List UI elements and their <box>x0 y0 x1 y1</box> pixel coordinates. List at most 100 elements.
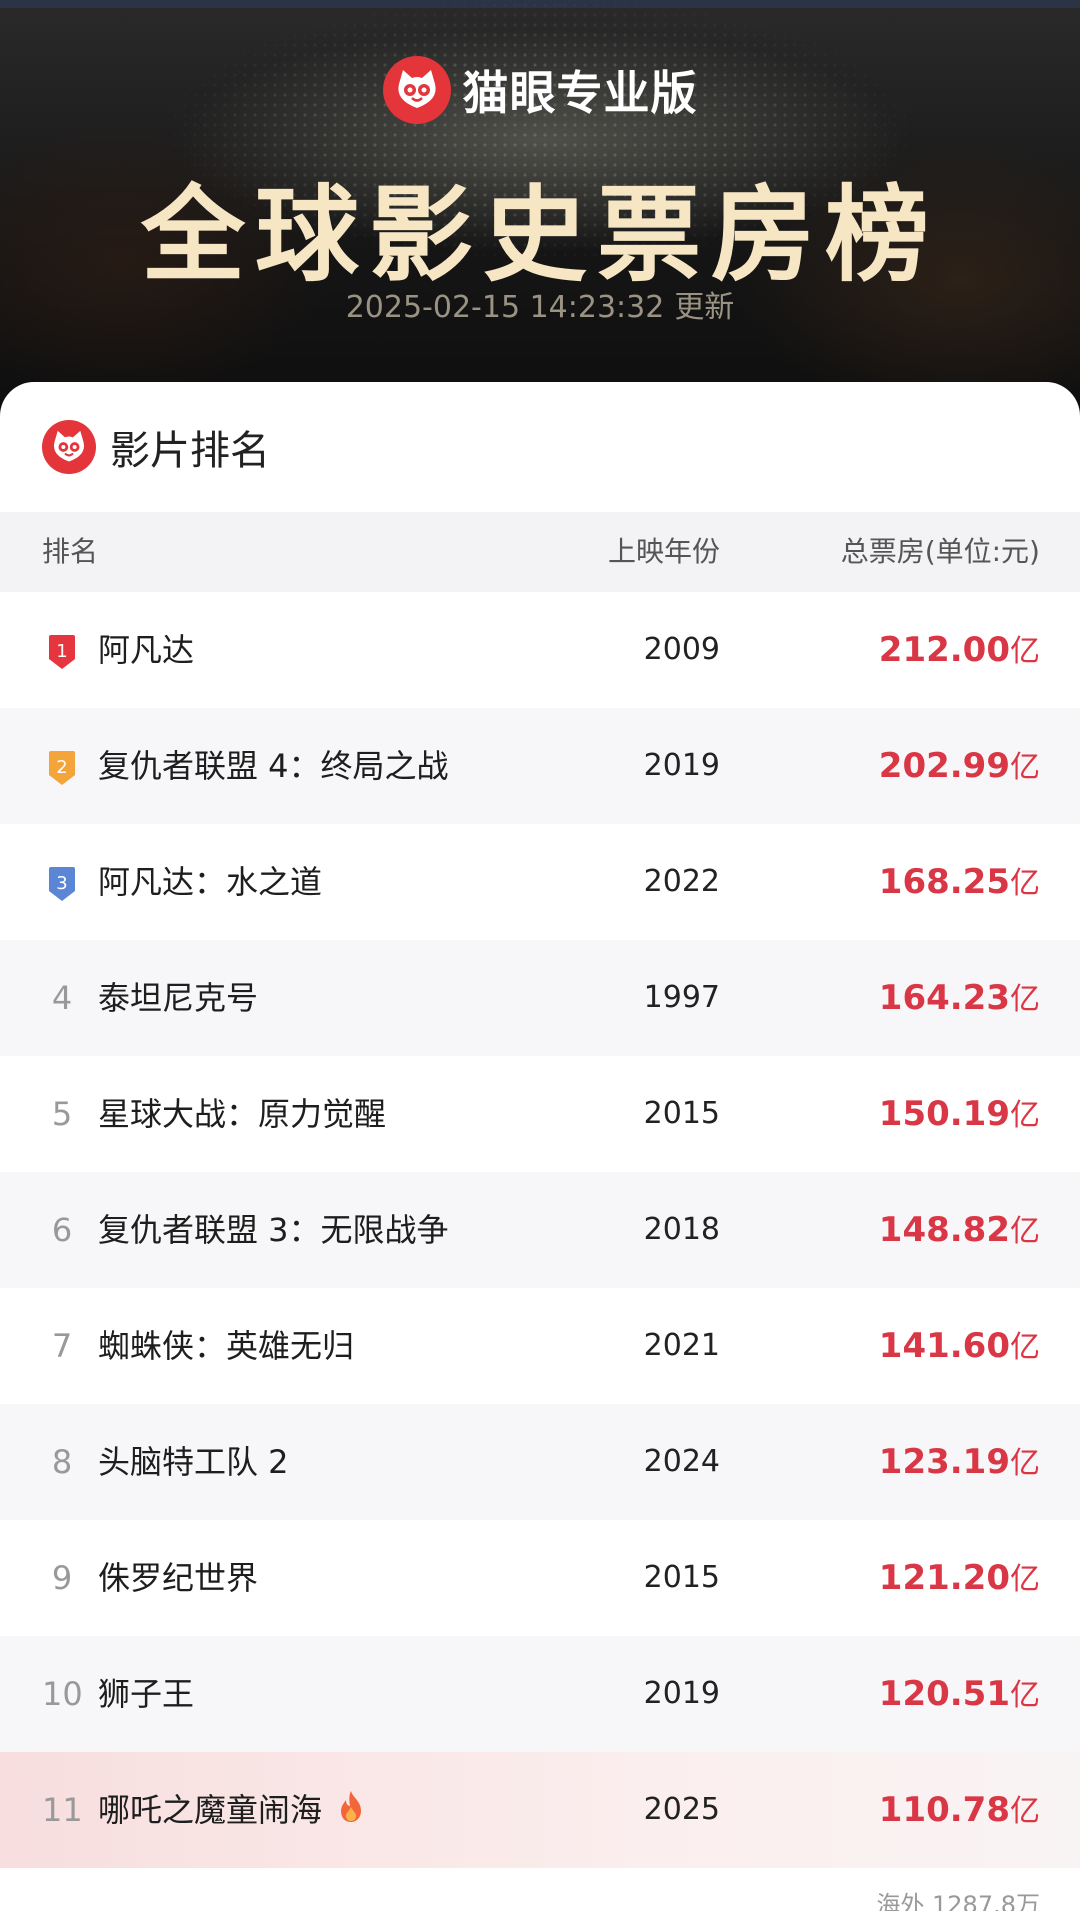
box-office-unit: 亿 <box>1010 1562 1040 1597</box>
box-office-unit: 亿 <box>1010 750 1040 785</box>
box-office-unit: 亿 <box>1010 1098 1040 1133</box>
box-office-amount: 141.60亿 <box>879 1288 1040 1406</box>
release-year: 2021 <box>643 1328 720 1363</box>
rank-badge-icon: 2 <box>46 750 78 786</box>
rank-number: 4 <box>51 979 73 1017</box>
table-row[interactable]: 7 蜘蛛侠：英雄无归 2021 141.60亿 <box>0 1288 1080 1404</box>
rank-number: 1 <box>56 641 67 662</box>
table-row[interactable]: 4 泰坦尼克号 1997 164.23亿 <box>0 940 1080 1056</box>
release-year: 2018 <box>643 1212 720 1247</box>
box-office-value: 202.99 <box>878 746 1010 786</box>
release-year: 2009 <box>643 632 720 667</box>
movie-title: 阿凡达：水之道 <box>98 824 322 940</box>
maoyan-cat-icon <box>42 420 96 474</box>
table-row[interactable]: 6 复仇者联盟 3：无限战争 2018 148.82亿 <box>0 1172 1080 1288</box>
box-office-value: 141.60 <box>878 1326 1010 1366</box>
fire-icon <box>336 1754 366 1870</box>
box-office-amount: 212.00亿 <box>879 592 1040 710</box>
box-office-amount: 121.20亿 <box>879 1520 1040 1638</box>
box-office-amount: 148.82亿 <box>879 1172 1040 1290</box>
table-row[interactable]: 1 阿凡达 2009 212.00亿 <box>0 592 1080 708</box>
screen: 猫眼专业版 全球影史票房榜 2025-02-15 14:23:32 更新 影片排名 <box>0 0 1080 1911</box>
movie-title-text: 复仇者联盟 4：终局之战 <box>98 747 449 785</box>
movie-title-text: 狮子王 <box>98 1675 195 1713</box>
box-office-unit: 亿 <box>1010 982 1040 1017</box>
page-title: 全球影史票房榜 <box>140 174 939 296</box>
ranking-list: 1 阿凡达 2009 212.00亿 2 复仇者联盟 4：终局之战 2019 202.9… <box>0 592 1080 1868</box>
header-banner: 猫眼专业版 全球影史票房榜 2025-02-15 14:23:32 更新 <box>0 0 1080 420</box>
table-row[interactable]: 3 阿凡达：水之道 2022 168.25亿 <box>0 824 1080 940</box>
maoyan-logo-icon <box>382 56 451 124</box>
movie-title: 狮子王 <box>98 1636 194 1752</box>
table-row[interactable]: 2 复仇者联盟 4：终局之战 2019 202.99亿 <box>0 708 1080 824</box>
movie-title: 阿凡达 <box>98 592 194 708</box>
movie-title-text: 阿凡达：水之道 <box>98 863 323 901</box>
update-label: 更新 <box>674 290 735 325</box>
box-office-amount: 168.25亿 <box>879 824 1040 942</box>
brand-name: 猫眼专业版 <box>462 66 698 120</box>
box-office-value: 164.23 <box>878 978 1010 1018</box>
release-year: 1997 <box>643 980 720 1015</box>
brand: 猫眼专业版 <box>0 56 1080 124</box>
movie-title-text: 侏罗纪世界 <box>98 1559 259 1597</box>
movie-title: 头脑特工队 2 <box>98 1404 289 1520</box>
rank-number: 3 <box>56 873 67 894</box>
rank-badge-icon: 3 <box>46 866 78 902</box>
box-office-amount: 110.78亿 <box>879 1752 1040 1870</box>
box-office-unit: 亿 <box>1010 1330 1040 1365</box>
rank-number: 9 <box>51 1559 73 1597</box>
release-year: 2025 <box>643 1792 720 1827</box>
rank-badge-icon: 1 <box>46 634 78 670</box>
movie-title-text: 复仇者联盟 3：无限战争 <box>98 1211 449 1249</box>
table-row[interactable]: 5 星球大战：原力觉醒 2015 150.19亿 <box>0 1056 1080 1172</box>
movie-title: 泰坦尼克号 <box>98 940 258 1056</box>
table-row[interactable]: 10 狮子王 2019 120.51亿 <box>0 1636 1080 1752</box>
box-office-amount: 164.23亿 <box>879 940 1040 1058</box>
movie-title-text: 星球大战：原力觉醒 <box>98 1095 387 1133</box>
box-office-value: 121.20 <box>878 1558 1010 1598</box>
box-office-unit: 亿 <box>1010 1794 1040 1829</box>
section-header: 影片排名 <box>0 382 1080 512</box>
rank-number: 7 <box>51 1327 73 1365</box>
rank-number: 5 <box>51 1095 73 1133</box>
movie-title: 星球大战：原力觉醒 <box>98 1056 386 1172</box>
box-office-unit: 亿 <box>1010 1678 1040 1713</box>
movie-title-text: 头脑特工队 2 <box>98 1443 289 1481</box>
rank-number: 8 <box>51 1443 73 1481</box>
ranking-card: 影片排名 排名 上映年份 总票房(单位:元) 1 阿凡达 2009 212.00亿 … <box>0 382 1080 1911</box>
box-office-value: 148.82 <box>878 1210 1010 1250</box>
movie-title: 侏罗纪世界 <box>98 1520 258 1636</box>
release-year: 2019 <box>643 748 720 783</box>
header-year: 上映年份 <box>607 535 720 568</box>
box-office-unit: 亿 <box>1010 1446 1040 1481</box>
overseas-note: 海外 1287.8万 <box>876 1891 1040 1911</box>
box-office-value: 123.19 <box>878 1442 1010 1482</box>
movie-title: 复仇者联盟 3：无限战争 <box>98 1172 449 1288</box>
update-timestamp: 2025-02-15 14:23:32 更新 <box>0 282 1080 326</box>
rank-number: 10 <box>42 1675 83 1713</box>
box-office-value: 110.78 <box>878 1790 1010 1830</box>
header-rank: 排名 <box>42 535 99 568</box>
release-year: 2024 <box>643 1444 720 1479</box>
movie-title-text: 泰坦尼克号 <box>98 979 259 1017</box>
header-total-box-office: 总票房(单位:元) <box>840 535 1040 568</box>
movie-title-text: 蜘蛛侠：英雄无归 <box>98 1327 355 1365</box>
box-office-value: 120.51 <box>878 1674 1010 1714</box>
table-row[interactable]: 11 哪吒之魔童闹海 2025 110.78亿 <box>0 1752 1080 1868</box>
movie-title: 哪吒之魔童闹海 <box>98 1752 366 1870</box>
release-year: 2019 <box>643 1676 720 1711</box>
rank-number: 6 <box>51 1211 73 1249</box>
box-office-unit: 亿 <box>1010 866 1040 901</box>
box-office-unit: 亿 <box>1010 1214 1040 1249</box>
release-year: 2015 <box>643 1096 720 1131</box>
table-row[interactable]: 8 头脑特工队 2 2024 123.19亿 <box>0 1404 1080 1520</box>
box-office-amount: 120.51亿 <box>879 1636 1040 1754</box>
table-row[interactable]: 9 侏罗纪世界 2015 121.20亿 <box>0 1520 1080 1636</box>
movie-title: 复仇者联盟 4：终局之战 <box>98 708 449 824</box>
movie-title-text: 哪吒之魔童闹海 <box>98 1791 323 1829</box>
rank-number: 2 <box>56 757 67 778</box>
box-office-amount: 202.99亿 <box>879 708 1040 826</box>
table-header: 排名 上映年份 总票房(单位:元) <box>0 512 1080 592</box>
box-office-value: 150.19 <box>878 1094 1010 1134</box>
rank-number: 11 <box>42 1791 83 1829</box>
